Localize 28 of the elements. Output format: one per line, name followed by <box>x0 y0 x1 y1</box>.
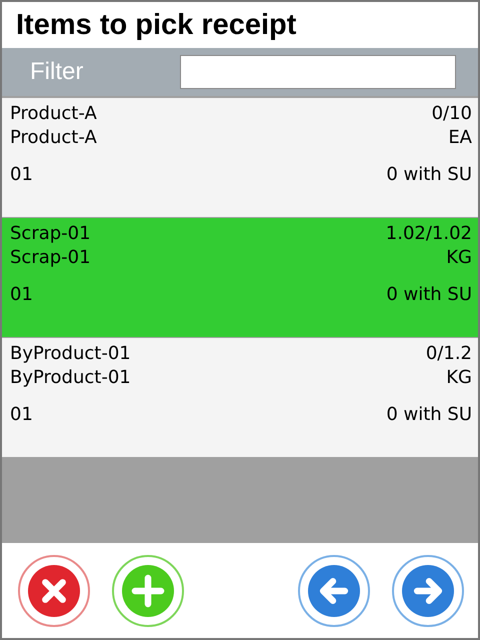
item-row[interactable]: Product-A 0/10 Product-A EA 01 0 with SU <box>2 98 478 217</box>
item-su-count: 0 with SU <box>386 284 472 305</box>
item-batch: 01 <box>10 164 34 185</box>
item-row[interactable]: Scrap-01 1.02/1.02 Scrap-01 KG 01 0 with SU <box>2 218 478 337</box>
item-unit: KG <box>445 247 472 268</box>
item-description: ByProduct-01 <box>10 367 132 388</box>
item-row[interactable]: ByProduct-01 0/1.2 ByProduct-01 KG 01 0 with SU <box>2 338 478 457</box>
close-icon <box>28 564 80 616</box>
item-quantity: 0/10 <box>430 103 472 124</box>
item-name: ByProduct-01 <box>10 343 132 364</box>
plus-icon <box>122 564 174 616</box>
item-su-count: 0 with SU <box>386 164 472 185</box>
item-name: Product-A <box>10 103 98 124</box>
item-batch: 01 <box>10 404 34 425</box>
item-name: Scrap-01 <box>10 223 92 244</box>
screen-title: Items to pick receipt <box>15 8 298 42</box>
item-unit: EA <box>447 127 472 148</box>
item-su-count: 0 with SU <box>386 404 472 425</box>
item-batch: 01 <box>10 284 34 305</box>
item-quantity: 1.02/1.02 <box>386 223 472 244</box>
item-description: Scrap-01 <box>10 247 92 268</box>
item-description: Product-A <box>10 127 98 148</box>
filter-field[interactable] <box>180 55 456 89</box>
arrow-right-icon <box>402 564 454 616</box>
filter-label: Filter <box>30 58 84 86</box>
arrow-left-icon <box>308 564 360 616</box>
item-unit: KG <box>445 367 472 388</box>
item-quantity: 0/1.2 <box>424 343 472 364</box>
